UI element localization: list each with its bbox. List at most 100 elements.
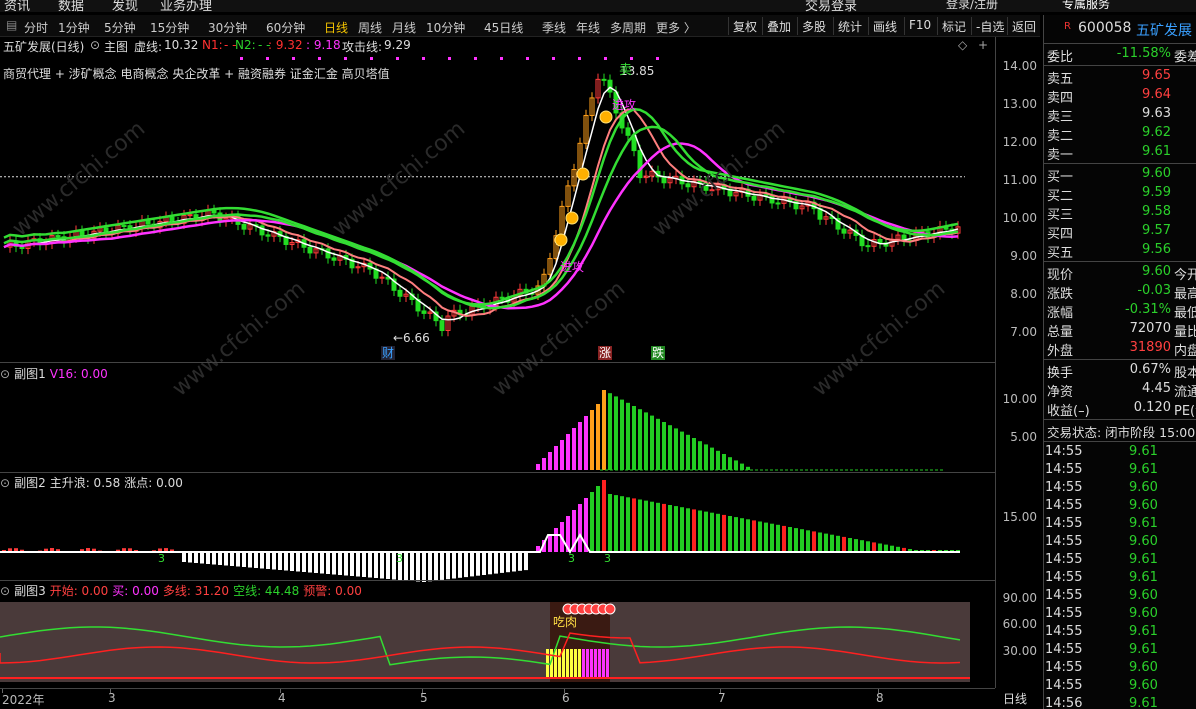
sub2-collapse-icon[interactable]: ⊙ [0,476,10,490]
sub2-indicator-1: 主升浪: 0.58 [49,476,121,490]
period-grid-icon[interactable]: ▤ [2,17,21,35]
sub2-bar [488,552,492,575]
bid-row-5-label: 买五 [1047,246,1074,261]
concept-tags: 商贸代理 + 涉矿概念 电商概念 央企改革 + 融资融券 证金汇金 高贝塔值 [3,67,390,81]
sub3-bar [562,649,565,677]
volume-bar [584,416,588,470]
sub2-bar [284,552,288,571]
fund-row-1: 净资 4.45 流通 [1044,380,1196,400]
period-tab-6[interactable]: 日线 [324,19,348,36]
sub3-bar [606,649,609,677]
period-tab-5[interactable]: 60分钟 [266,19,305,36]
toolbar-button-7[interactable]: -自选 [971,17,1008,35]
stock-name[interactable]: 五矿发展 [1136,20,1192,40]
margin-tag: R [1064,21,1071,32]
toolbar-button-8[interactable]: 返回 [1007,17,1040,35]
menu-news[interactable]: 资讯 [4,0,30,12]
green-band-line-2 [3,125,959,310]
period-tab-12[interactable]: 年线 [576,19,600,36]
xu-label: 虚线: [134,40,163,54]
volume-bar [716,450,720,470]
signal-dot [344,57,347,60]
sub2-bar [644,500,648,552]
diamond-icon[interactable]: ◇ [958,38,967,52]
menu-business[interactable]: 业务办理 [160,0,212,12]
menu-discover[interactable]: 发现 [112,0,138,12]
collapse-icon[interactable]: ⊙ [90,38,100,52]
sub2-bar [716,513,720,552]
toolbar-button-1[interactable]: 叠加 [762,17,795,35]
period-tab-13[interactable]: 多周期 [610,19,646,36]
date-tick-mark [110,689,111,693]
date-tick: 4 [278,691,286,705]
bid-row-2-value: 9.59 [1142,185,1171,200]
toolbar-button-3[interactable]: 统计 [833,17,866,35]
volume-bar [638,409,642,470]
tick-price: 9.60 [1129,660,1158,675]
ask-row-1: 卖一 9.61 [1044,143,1196,163]
quote-row-4-value: 31890 [1129,340,1171,355]
period-tab-8[interactable]: 月线 [392,19,416,36]
signal-dot [526,57,529,60]
signal-dot [474,57,477,60]
ask-row-3: 卖三 9.63 [1044,105,1196,125]
period-tab-1[interactable]: 1分钟 [58,19,90,36]
toolbar-button-2[interactable]: 多股 [797,17,830,35]
sub2-bar [236,552,240,567]
n1-value-2: : 9.18 [306,38,341,52]
period-footer[interactable]: 日线 [1003,690,1027,707]
sub2-bar [812,531,816,552]
login-register-link[interactable]: 登录/注册 [946,0,998,12]
tick-time: 14:55 [1045,552,1083,567]
date-tick-mark [878,689,879,693]
period-tab-4[interactable]: 30分钟 [208,19,247,36]
tick-row: 14:55 9.60 [1044,677,1196,695]
menu-data[interactable]: 数据 [58,0,84,12]
trade-login-button[interactable]: 交易登录 [805,0,857,12]
sub3-collapse-icon[interactable]: ⊙ [0,584,10,598]
sub3-bar [578,649,581,677]
plus-icon[interactable]: + [978,38,988,52]
period-tab-9[interactable]: 10分钟 [426,19,465,36]
candle-body [121,225,127,228]
tick-time: 14:55 [1045,462,1083,477]
sub2-bar [686,508,690,552]
toolbar-button-4[interactable]: 画线 [868,17,901,35]
sub1-collapse-icon[interactable]: ⊙ [0,367,10,381]
sub1-name: 副图1 [14,367,46,381]
ask-row-2-label: 卖二 [1047,129,1074,144]
sub2-bar [638,499,642,552]
sub2-bar [194,552,198,563]
signal-dot [578,57,581,60]
period-tab-10[interactable]: 45日线 [484,19,523,36]
sub2-bar [710,512,714,552]
toolbar-button-6[interactable]: 标记 [937,17,970,35]
price-tick: 9.00 [1010,249,1037,263]
sub3-indicator-3: 空线: 44.48 [233,584,300,598]
candle-body [55,235,61,238]
weibi-row-value: -11.58% [1116,46,1171,61]
ask-row-3-label: 卖三 [1047,110,1074,125]
price-tick: 14.00 [1002,59,1037,73]
period-tab-0[interactable]: 分时 [24,19,48,36]
period-tab-3[interactable]: 15分钟 [150,19,189,36]
period-tab-14[interactable]: 更多 〉 [656,19,696,36]
chirou-label: 吃肉 [553,615,577,629]
tick-price: 9.61 [1129,552,1158,567]
sub2-bar [200,552,204,564]
candle-body [241,223,247,230]
volume-bar [710,447,714,470]
toolbar-button-0[interactable]: 复权 [728,17,761,35]
candle-body [397,289,403,297]
period-tab-11[interactable]: 季线 [542,19,566,36]
date-tick: 5 [420,691,428,705]
sub2-bar [860,540,864,552]
period-tab-2[interactable]: 5分钟 [104,19,136,36]
sub2-bar [338,552,342,575]
sub2-bar [770,523,774,552]
exclusive-service-button[interactable]: 专属服务 [1062,0,1110,12]
fund-row-1-value: 4.45 [1142,381,1171,396]
toolbar-button-5[interactable]: F10 [904,17,935,35]
period-tab-7[interactable]: 周线 [358,19,382,36]
quote-row-3: 总量 72070 量比 [1044,320,1196,340]
